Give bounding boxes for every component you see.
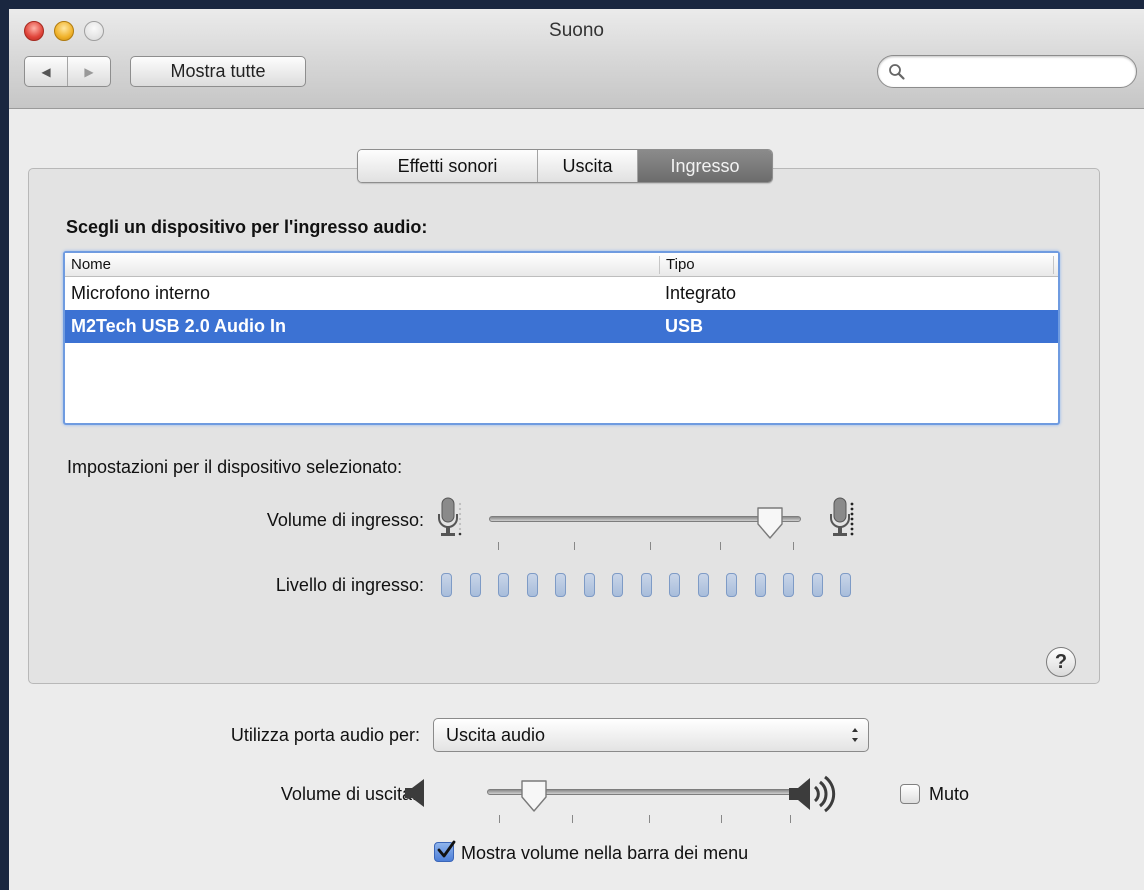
slider-tick <box>499 815 500 823</box>
input-volume-slider-thumb[interactable] <box>755 506 785 540</box>
updown-arrows-icon <box>852 728 858 742</box>
search-icon <box>889 64 905 80</box>
device-type: Integrato <box>665 283 737 303</box>
slider-tick <box>721 815 722 823</box>
slider-tick <box>574 542 575 550</box>
slider-tick <box>720 542 721 550</box>
level-bar <box>498 573 509 597</box>
level-bar <box>612 573 623 597</box>
level-bar <box>726 573 737 597</box>
tab-bar: Effetti sonori Uscita Ingresso <box>357 149 773 183</box>
level-bar <box>441 573 452 597</box>
slider-tick <box>498 542 499 550</box>
level-bar <box>527 573 538 597</box>
level-bar <box>812 573 823 597</box>
chevron-left-icon: ◀ <box>41 64 51 79</box>
table-row[interactable]: Microfono interno Integrato <box>65 277 1058 310</box>
column-header-type[interactable]: Tipo <box>659 256 695 274</box>
microphone-high-icon <box>830 497 854 536</box>
back-forward-control: ◀ ▶ <box>24 56 111 87</box>
window-title: Suono <box>549 20 604 41</box>
column-header-name[interactable]: Nome <box>71 256 111 273</box>
show-volume-label: Mostra volume nella barra dei menu <box>461 843 749 863</box>
sound-preferences-window: Suono ◀ ▶ Mostra tutte Effetti sonori Us… <box>9 9 1144 890</box>
level-bar <box>584 573 595 597</box>
slider-tick <box>790 815 791 823</box>
mute-checkbox[interactable] <box>900 784 920 804</box>
slider-tick <box>649 815 650 823</box>
input-volume-label: Volume di ingresso: <box>266 510 424 530</box>
search-input[interactable] <box>877 55 1137 88</box>
device-list-heading: Scegli un dispositivo per l'ingresso aud… <box>66 217 428 237</box>
help-button[interactable]: ? <box>1046 647 1076 677</box>
mute-label: Muto <box>929 784 970 804</box>
show-all-button[interactable]: Mostra tutte <box>130 56 306 87</box>
table-row-selected[interactable]: M2Tech USB 2.0 Audio In USB <box>65 310 1058 343</box>
show-volume-checkbox[interactable] <box>434 840 456 862</box>
input-level-label: Livello di ingresso: <box>275 575 424 595</box>
forward-button[interactable]: ▶ <box>68 57 110 86</box>
column-header-divider <box>1053 256 1054 274</box>
back-button[interactable]: ◀ <box>25 57 68 86</box>
slider-tick <box>572 815 573 823</box>
table-header: Nome Tipo <box>65 253 1058 277</box>
audio-port-popup[interactable]: Uscita audio <box>433 718 869 752</box>
level-bar <box>470 573 481 597</box>
slider-tick <box>650 542 651 550</box>
speaker-high-icon <box>789 775 836 813</box>
output-volume-slider-thumb[interactable] <box>519 779 549 813</box>
microphone-low-icon <box>438 497 462 536</box>
audio-port-value: Uscita audio <box>446 725 546 745</box>
output-volume-label: Volume di uscita: <box>280 784 417 804</box>
level-bar <box>783 573 794 597</box>
device-name: M2Tech USB 2.0 Audio In <box>71 316 287 336</box>
audio-port-label: Utilizza porta audio per: <box>230 725 420 745</box>
input-device-table[interactable]: Nome Tipo Microfono interno Integrato M2… <box>63 251 1060 425</box>
level-bar <box>555 573 566 597</box>
slider-tick <box>793 542 794 550</box>
speaker-low-icon <box>405 779 424 807</box>
level-bar <box>641 573 652 597</box>
checkmark-icon <box>437 840 456 858</box>
tab-sound-effects[interactable]: Effetti sonori <box>358 150 538 182</box>
device-name: Microfono interno <box>71 283 211 303</box>
tab-input[interactable]: Ingresso <box>638 150 772 182</box>
level-bar <box>698 573 709 597</box>
tab-output[interactable]: Uscita <box>538 150 638 182</box>
device-settings-heading: Impostazioni per il dispositivo selezion… <box>67 457 403 477</box>
title-bar: Suono ◀ ▶ Mostra tutte <box>9 9 1144 109</box>
level-bar <box>755 573 766 597</box>
tab-pane <box>28 168 1100 684</box>
level-bar <box>840 573 851 597</box>
level-bar <box>669 573 680 597</box>
device-type: USB <box>665 316 704 336</box>
chevron-right-icon: ▶ <box>84 64 94 79</box>
